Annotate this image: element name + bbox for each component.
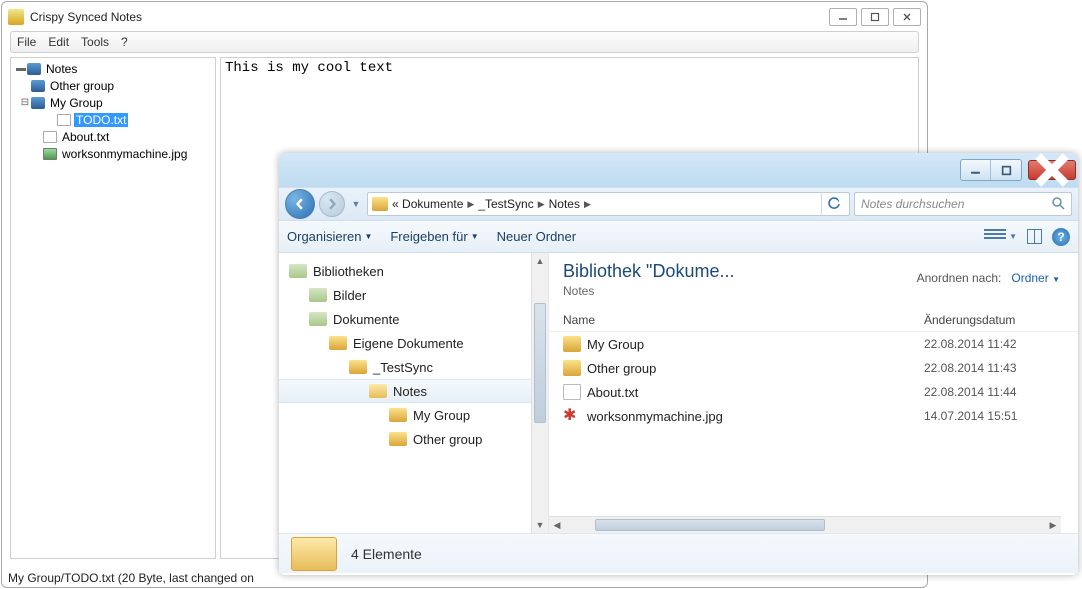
tree-item[interactable]: About.txt (11, 128, 215, 145)
nav-tree-item[interactable]: Other group (279, 427, 548, 451)
breadcrumb-item[interactable]: Notes (549, 197, 580, 211)
folder-icon (31, 97, 45, 109)
search-input[interactable]: Notes durchsuchen (854, 192, 1072, 216)
tree-item-selected[interactable]: TODO.txt (11, 111, 215, 128)
breadcrumb[interactable]: « Dokumente ▶ _TestSync ▶ Notes ▶ (367, 192, 850, 216)
nav-tree-item-selected[interactable]: Notes (279, 379, 548, 403)
minimize-button[interactable] (829, 8, 857, 26)
menu-help[interactable]: ? (115, 35, 134, 49)
maximize-button[interactable] (861, 8, 889, 26)
file-row[interactable]: Other group 22.08.2014 11:43 (549, 356, 1078, 380)
library-icon (309, 312, 327, 326)
nav-tree-item[interactable]: Bibliotheken (279, 259, 548, 283)
explorer-nav: ▼ « Dokumente ▶ _TestSync ▶ Notes ▶ Note… (279, 187, 1078, 221)
chevron-right-icon: ▶ (584, 199, 591, 210)
vertical-scrollbar[interactable]: ▲ ▼ (531, 253, 548, 533)
library-icon (289, 264, 307, 278)
help-button[interactable]: ? (1052, 228, 1070, 246)
collapse-icon[interactable]: ▬ (15, 63, 27, 74)
column-headers[interactable]: Name Änderungsdatum (549, 308, 1078, 332)
tree-item[interactable]: Other group (11, 77, 215, 94)
list-icon (984, 229, 1006, 245)
file-row[interactable]: worksonmymachine.jpg 14.07.2014 15:51 (549, 404, 1078, 428)
folder-icon (389, 408, 407, 422)
file-icon (57, 114, 71, 126)
explorer-toolbar: Organisieren ▼ Freigeben für ▼ Neuer Ord… (279, 221, 1078, 253)
scrollbar-thumb[interactable] (534, 303, 546, 423)
collapse-icon[interactable]: ⊟ (19, 97, 31, 108)
preview-pane-button[interactable] (1027, 229, 1042, 244)
explorer-nav-tree[interactable]: Bibliotheken Bilder Dokumente Eigene Dok… (279, 253, 549, 533)
app-title: Crispy Synced Notes (30, 10, 825, 24)
chevron-right-icon: ▶ (467, 199, 474, 210)
file-icon (43, 131, 57, 143)
back-button[interactable] (285, 189, 315, 219)
nav-tree-item[interactable]: Eigene Dokumente (279, 331, 548, 355)
history-dropdown[interactable]: ▼ (349, 193, 363, 215)
notes-tree[interactable]: ▬ Notes Other group ⊟ My Group TODO.txt … (10, 57, 216, 559)
view-mode-button[interactable]: ▼ (984, 229, 1017, 245)
scrollbar-thumb[interactable] (595, 519, 825, 531)
folder-icon (372, 197, 388, 211)
menu-tools[interactable]: Tools (75, 35, 115, 49)
close-button[interactable] (893, 8, 921, 26)
folder-icon (389, 432, 407, 446)
explorer-statusbar: 4 Elemente (279, 533, 1078, 573)
file-row[interactable]: About.txt 22.08.2014 11:44 (549, 380, 1078, 404)
breadcrumb-item[interactable]: Dokumente (402, 197, 463, 211)
folder-icon (27, 63, 41, 75)
horizontal-scrollbar[interactable]: ◀ ▶ (549, 516, 1061, 533)
scroll-up-icon[interactable]: ▲ (532, 253, 548, 269)
organize-button[interactable]: Organisieren ▼ (287, 229, 372, 244)
folder-icon (31, 80, 45, 92)
column-name[interactable]: Name (563, 313, 924, 327)
folder-open-icon (369, 384, 387, 398)
tree-item[interactable]: ⊟ My Group (11, 94, 215, 111)
menubar: File Edit Tools ? (10, 31, 919, 53)
menu-file[interactable]: File (11, 35, 42, 49)
nav-tree-item[interactable]: My Group (279, 403, 548, 427)
forward-button[interactable] (319, 191, 345, 217)
chevron-right-icon: ▶ (538, 199, 545, 210)
maximize-button[interactable] (991, 160, 1021, 180)
library-title: Bibliothek "Dokume... (563, 261, 823, 282)
arrange-by: Anordnen nach: Ordner ▼ (917, 271, 1060, 285)
search-icon (1051, 196, 1065, 213)
nav-tree-item[interactable]: Bilder (279, 283, 548, 307)
menu-edit[interactable]: Edit (42, 35, 75, 49)
folder-icon (291, 537, 337, 571)
minimize-button[interactable] (961, 160, 991, 180)
image-icon (43, 148, 57, 160)
tree-root[interactable]: ▬ Notes (11, 60, 215, 77)
library-icon (309, 288, 327, 302)
text-file-icon (563, 384, 581, 400)
folder-icon (329, 336, 347, 350)
new-folder-button[interactable]: Neuer Ordner (497, 229, 576, 244)
library-subtitle: Notes (563, 284, 1064, 298)
breadcrumb-item[interactable]: _TestSync (478, 197, 533, 211)
column-date[interactable]: Änderungsdatum (924, 313, 1064, 327)
image-file-icon (563, 408, 581, 424)
refresh-icon[interactable] (821, 192, 845, 216)
explorer-window: ▼ « Dokumente ▶ _TestSync ▶ Notes ▶ Note… (279, 153, 1078, 575)
scroll-left-icon[interactable]: ◀ (549, 517, 565, 533)
scroll-right-icon[interactable]: ▶ (1045, 517, 1061, 533)
folder-icon (349, 360, 367, 374)
close-button[interactable] (1028, 160, 1076, 180)
nav-tree-item[interactable]: _TestSync (279, 355, 548, 379)
statusbar: My Group/TODO.txt (20 Byte, last changed… (8, 571, 254, 585)
nav-tree-item[interactable]: Dokumente (279, 307, 548, 331)
explorer-file-pane: Bibliothek "Dokume... Notes Anordnen nac… (549, 253, 1078, 533)
file-row[interactable]: My Group 22.08.2014 11:42 (549, 332, 1078, 356)
folder-icon (563, 360, 581, 376)
share-button[interactable]: Freigeben für ▼ (390, 229, 478, 244)
arrange-by-link[interactable]: Ordner ▼ (1011, 271, 1060, 285)
explorer-titlebar[interactable] (279, 153, 1078, 187)
scroll-down-icon[interactable]: ▼ (532, 517, 548, 533)
app-titlebar[interactable]: Crispy Synced Notes (2, 2, 927, 31)
folder-icon (563, 336, 581, 352)
app-icon (8, 9, 24, 25)
tree-item[interactable]: worksonmymachine.jpg (11, 145, 215, 162)
